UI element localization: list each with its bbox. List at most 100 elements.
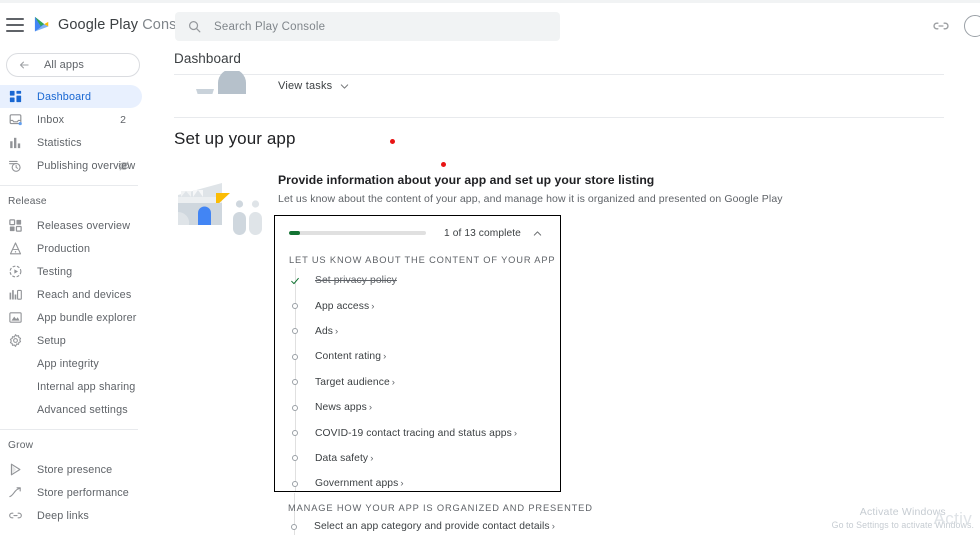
publishing-clock-icon xyxy=(9,160,21,172)
annotation-dot xyxy=(390,139,395,144)
sidebar-item-testing[interactable]: Testing xyxy=(0,260,142,283)
sidebar-item-label: Releases overview xyxy=(37,219,131,232)
chevron-right-icon: › xyxy=(383,351,387,363)
circle-outline-icon xyxy=(292,404,298,411)
sidebar-item-label: Setup xyxy=(37,334,66,347)
sidebar-item-internal-app-sharing[interactable]: Internal app sharing xyxy=(0,375,142,398)
sidebar-item-store-presence[interactable]: Store presence xyxy=(0,458,142,481)
chevron-right-icon: › xyxy=(371,300,375,312)
setup-gear-icon xyxy=(9,334,22,347)
task-status-marker xyxy=(289,303,301,310)
task-row[interactable]: News apps › xyxy=(289,395,560,420)
hamburger-menu-icon[interactable] xyxy=(6,18,24,32)
app-header: Google Play Console Search Play Console xyxy=(0,3,980,47)
task-row[interactable]: Government apps › xyxy=(289,471,560,491)
google-play-logo-icon xyxy=(34,16,49,32)
sidebar-section-release: Release xyxy=(8,196,47,207)
sidebar-item-app-integrity[interactable]: App integrity xyxy=(0,352,142,375)
task-list-group-1: Set privacy policy App access › Ads › Cont… xyxy=(275,268,560,491)
task-status-marker xyxy=(289,404,301,411)
task-row[interactable]: COVID-19 contact tracing and status apps… xyxy=(289,420,560,445)
search-icon xyxy=(188,20,201,33)
sidebar-item-setup[interactable]: Setup xyxy=(0,329,142,352)
back-arrow-icon xyxy=(19,61,29,69)
circle-outline-icon xyxy=(292,328,298,335)
task-row[interactable]: Target audience › xyxy=(289,370,560,395)
sidebar-section-grow: Grow xyxy=(8,440,34,451)
chevron-right-icon: › xyxy=(513,427,518,439)
section-title: Set up your app xyxy=(174,129,296,148)
progress-row: 1 of 13 complete xyxy=(275,222,560,244)
view-tasks-button[interactable]: View tasks xyxy=(278,80,350,92)
task-group-1-label: LET US KNOW ABOUT THE CONTENT OF YOUR AP… xyxy=(289,255,556,265)
task-label: COVID-19 contact tracing and status apps… xyxy=(315,427,518,439)
sidebar-item-label: Inbox xyxy=(37,113,65,126)
sidebar-item-inbox[interactable]: Inbox 2 xyxy=(0,108,142,131)
task-status-marker xyxy=(289,455,301,462)
app-bundle-box-icon xyxy=(9,312,22,323)
sidebar-item-releases-overview[interactable]: Releases overview xyxy=(0,214,142,237)
dashboard-grid-icon xyxy=(9,90,22,103)
task-status-marker xyxy=(288,523,300,530)
task-label: Data safety › xyxy=(315,452,374,464)
setup-task-panel: 1 of 13 complete LET US KNOW ABOUT THE C… xyxy=(274,215,561,492)
sidebar-item-statistics[interactable]: Statistics xyxy=(0,131,142,154)
sidebar-item-dashboard[interactable]: Dashboard xyxy=(0,85,142,108)
task-row[interactable]: Set privacy policy xyxy=(289,268,560,293)
sidebar-item-label: Store performance xyxy=(37,486,129,499)
chevron-right-icon: › xyxy=(391,376,396,388)
task-row[interactable]: Content rating › xyxy=(289,344,560,369)
task-row[interactable]: Ads › xyxy=(289,319,560,344)
task-status-marker xyxy=(289,328,301,335)
content-divider-top xyxy=(174,74,944,75)
sidebar-item-advanced-settings[interactable]: Advanced settings xyxy=(0,398,142,421)
task-row[interactable]: Data safety › xyxy=(289,446,560,471)
chevron-up-icon[interactable] xyxy=(532,228,543,239)
search-placeholder: Search Play Console xyxy=(214,20,326,33)
link-icon[interactable] xyxy=(932,17,950,35)
sidebar-item-label: Store presence xyxy=(37,463,113,476)
circle-outline-icon xyxy=(292,480,298,487)
progress-count-label: 1 of 13 complete xyxy=(444,227,521,239)
sidebar-item-label: Statistics xyxy=(37,136,82,149)
chevron-right-icon: › xyxy=(368,402,373,414)
play-console-window: Google Play Console Search Play Console … xyxy=(0,0,980,535)
task-label: App access › xyxy=(315,300,375,312)
chevron-right-icon: › xyxy=(551,521,555,532)
releases-grid-icon xyxy=(9,219,22,232)
google-play-console-brand[interactable]: Google Play Console xyxy=(32,15,196,35)
sidebar-nav: All apps Dashboard Inbox 2 Statistics Pu… xyxy=(0,47,148,535)
inbox-icon xyxy=(9,114,22,126)
eye-off-icon[interactable] xyxy=(118,160,130,172)
annotation-dot xyxy=(441,162,446,167)
statistics-bars-icon xyxy=(10,137,21,149)
store-performance-trend-icon xyxy=(9,487,21,498)
storefront-illustration-icon xyxy=(178,183,262,235)
sidebar-item-label: Advanced settings xyxy=(37,403,128,416)
testing-play-circle-icon xyxy=(9,265,22,278)
sidebar-item-deep-links[interactable]: Deep links xyxy=(0,504,142,527)
all-apps-label: All apps xyxy=(44,59,84,71)
task-status-marker xyxy=(289,353,301,360)
search-input[interactable]: Search Play Console xyxy=(175,12,560,41)
sidebar-item-app-bundle-explorer[interactable]: App bundle explorer xyxy=(0,306,142,329)
store-presence-play-icon xyxy=(10,463,21,476)
task-row[interactable]: Select an app category and provide conta… xyxy=(288,521,555,532)
sidebar-item-publishing-overview[interactable]: Publishing overview xyxy=(0,154,142,177)
sidebar-item-label: App bundle explorer xyxy=(37,311,137,324)
task-label: Government apps › xyxy=(315,478,404,490)
circle-outline-icon xyxy=(292,353,298,360)
sidebar-item-label: Dashboard xyxy=(37,90,92,103)
task-row[interactable]: App access › xyxy=(289,293,560,318)
circle-outline-icon xyxy=(292,430,298,437)
task-status-marker xyxy=(289,480,301,487)
account-avatar[interactable] xyxy=(964,15,980,37)
sidebar-item-production[interactable]: Production xyxy=(0,237,142,260)
circle-outline-icon xyxy=(292,455,298,462)
all-apps-button[interactable]: All apps xyxy=(6,53,140,77)
sidebar-item-store-performance[interactable]: Store performance xyxy=(0,481,142,504)
reach-devices-chart-icon xyxy=(9,289,22,300)
hero-shapes-icon xyxy=(196,71,246,94)
chevron-right-icon: › xyxy=(400,478,404,490)
sidebar-item-reach-and-devices[interactable]: Reach and devices xyxy=(0,283,142,306)
